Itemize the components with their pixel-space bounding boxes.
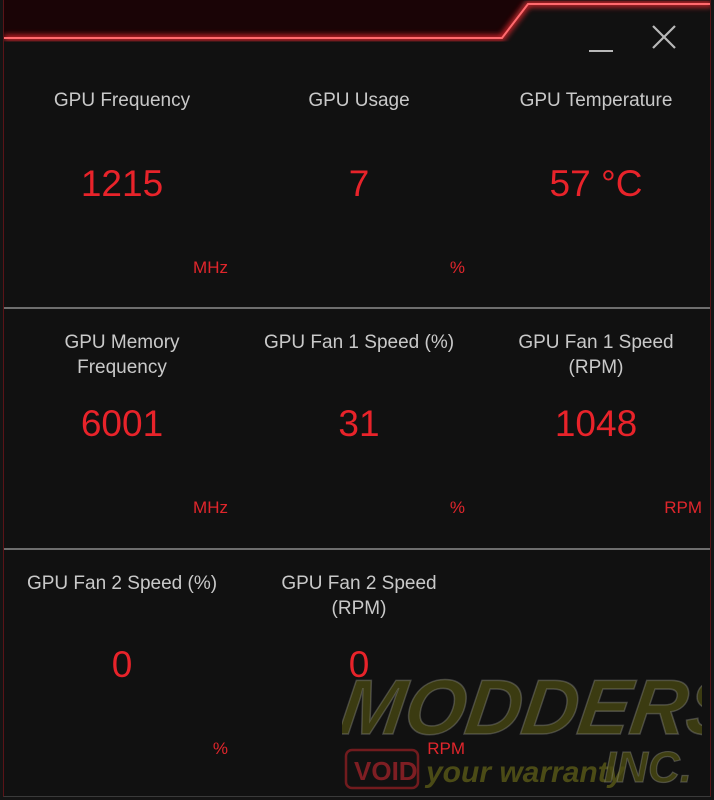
metric-card-gpu-usage: GPU Usage 7 % xyxy=(241,70,477,310)
gpu-monitor-window: GPU Frequency 1215 MHz GPU Usage 7 % GPU… xyxy=(3,0,711,797)
row-divider xyxy=(4,307,710,309)
metric-value: 7 xyxy=(348,163,370,204)
metric-label: GPU Fan 1 Speed (RPM) xyxy=(518,332,674,378)
metric-unit: MHz xyxy=(193,258,228,277)
metric-label: GPU Fan 2 Speed (%) xyxy=(26,573,218,594)
metric-value: 0 xyxy=(111,644,133,685)
metric-label: GPU Fan 1 Speed (%) xyxy=(263,332,455,353)
metric-value: 0 xyxy=(348,644,370,685)
close-icon xyxy=(652,25,676,49)
metric-value: 1215 xyxy=(80,163,164,204)
metric-value: 31 xyxy=(338,403,380,444)
metric-unit: RPM xyxy=(427,739,465,758)
minimize-icon xyxy=(589,50,613,52)
title-bar[interactable] xyxy=(4,0,710,52)
metric-label: GPU Fan 2 Speed (RPM) xyxy=(281,573,437,619)
row-divider xyxy=(4,548,710,550)
metric-value: 1048 xyxy=(554,403,638,444)
metric-card-gpu-fan1-speed-rpm: GPU Fan 1 Speed (RPM) 1048 RPM xyxy=(478,310,710,550)
metric-card-gpu-fan1-speed-percent: GPU Fan 1 Speed (%) 31 % xyxy=(241,310,477,550)
metric-value: 6001 xyxy=(80,403,164,444)
metric-card-gpu-fan2-speed-rpm: GPU Fan 2 Speed (RPM) 0 RPM xyxy=(241,551,477,791)
metric-unit: % xyxy=(449,258,465,277)
watermark-brand-inc: INC. xyxy=(604,743,692,792)
metric-label: GPU Frequency xyxy=(53,90,191,111)
metric-value: 57 °C xyxy=(549,163,643,204)
metric-unit: % xyxy=(212,739,228,758)
metric-unit: % xyxy=(449,498,465,517)
close-button[interactable] xyxy=(649,22,685,58)
metric-label: GPU Usage xyxy=(308,90,410,111)
metric-unit: RPM xyxy=(664,498,702,517)
metric-label: GPU Temperature xyxy=(519,90,673,111)
metric-card-gpu-fan2-speed-percent: GPU Fan 2 Speed (%) 0 % xyxy=(4,551,240,791)
metric-unit: MHz xyxy=(193,498,228,517)
metric-card-gpu-memory-frequency: GPU Memory Frequency 6001 MHz xyxy=(4,310,240,550)
metric-label: GPU Memory Frequency xyxy=(64,332,180,378)
minimize-button[interactable] xyxy=(586,22,622,58)
metric-card-gpu-temperature: GPU Temperature 57 °C xyxy=(478,70,710,310)
metric-card-gpu-frequency: GPU Frequency 1215 MHz xyxy=(4,70,240,310)
